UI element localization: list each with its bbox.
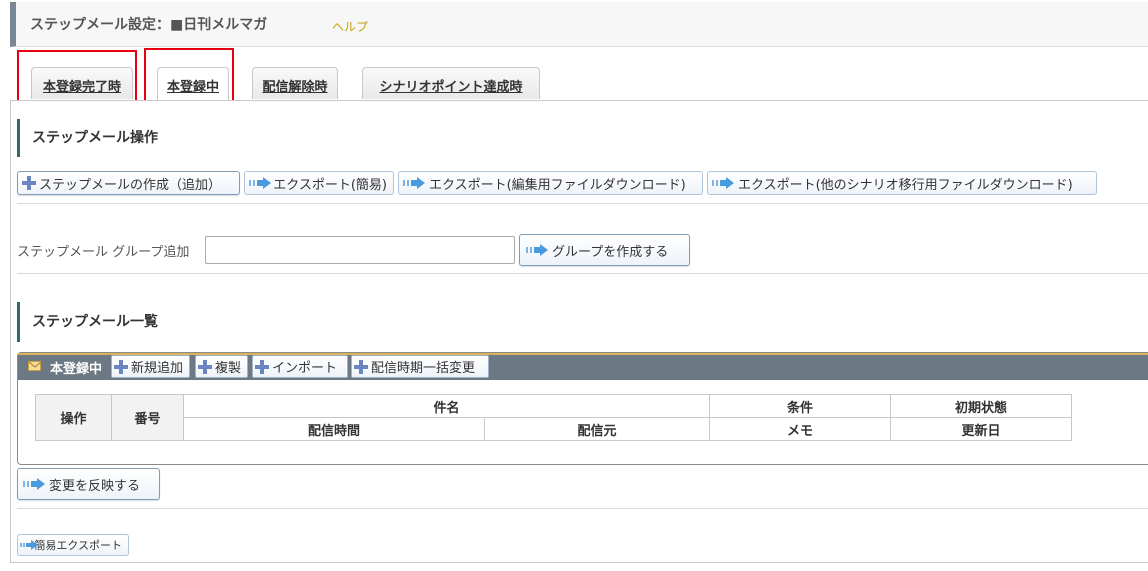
arrow-right-icon bbox=[249, 177, 271, 189]
apply-changes-button[interactable]: 変更を反映する bbox=[17, 468, 160, 500]
mail-icon bbox=[28, 361, 42, 371]
table-header: 件名 bbox=[183, 394, 710, 418]
tab-scenario-point[interactable]: シナリオポイント達成時 bbox=[362, 67, 540, 99]
plus-icon bbox=[354, 359, 368, 374]
plus-icon bbox=[22, 176, 36, 190]
plus-icon bbox=[255, 359, 269, 374]
table-header: 操作 bbox=[35, 394, 112, 441]
plus-icon bbox=[198, 359, 212, 374]
simple-export-button[interactable]: 簡易エクスポート bbox=[17, 534, 129, 556]
group-name-input[interactable] bbox=[205, 236, 515, 264]
export-edit-button[interactable]: エクスポート(編集用ファイルダウンロード) bbox=[398, 171, 703, 195]
create-stepmail-button[interactable]: ステップメールの作成（追加） bbox=[17, 171, 240, 195]
plus-icon bbox=[114, 359, 128, 374]
import-button[interactable]: インポート bbox=[252, 355, 348, 378]
arrow-right-icon bbox=[712, 177, 734, 189]
table-header: メモ bbox=[709, 417, 891, 441]
arrow-right-icon bbox=[20, 540, 38, 550]
export-migration-button[interactable]: エクスポート(他のシナリオ移行用ファイルダウンロード) bbox=[707, 171, 1097, 195]
create-group-button[interactable]: グループを作成する bbox=[519, 234, 690, 266]
arrow-right-icon bbox=[23, 478, 45, 490]
arrow-right-icon bbox=[526, 244, 548, 256]
tab-registering[interactable]: 本登録中 bbox=[157, 67, 229, 101]
divider bbox=[17, 508, 1148, 509]
table-header: 更新日 bbox=[890, 417, 1072, 441]
bulk-change-schedule-button[interactable]: 配信時期一括変更 bbox=[351, 355, 489, 378]
add-new-button[interactable]: 新規追加 bbox=[111, 355, 190, 378]
tab-unsubscribe[interactable]: 配信解除時 bbox=[252, 67, 338, 99]
page-title: ステップメール設定：■日刊メルマガ bbox=[30, 17, 268, 33]
divider bbox=[17, 273, 1148, 274]
stepmail-table: 操作 番号 件名 条件 初期状態 配信時間 配信元 メモ 更新日 bbox=[35, 394, 1072, 441]
group-add-label: ステップメール グループ追加 bbox=[17, 245, 190, 260]
arrow-right-icon bbox=[403, 177, 425, 189]
tab-registration-complete[interactable]: 本登録完了時 bbox=[31, 67, 133, 99]
export-simple-button[interactable]: エクスポート(簡易) bbox=[244, 171, 394, 195]
table-header: 配信時間 bbox=[183, 417, 485, 441]
tab-panel bbox=[10, 100, 1148, 563]
section-title-operations: ステップメール操作 bbox=[17, 119, 158, 157]
duplicate-button[interactable]: 複製 bbox=[195, 355, 248, 378]
table-header: 条件 bbox=[709, 394, 891, 418]
divider bbox=[17, 203, 1148, 204]
table-header: 初期状態 bbox=[890, 394, 1072, 418]
table-header: 配信元 bbox=[484, 417, 710, 441]
list-bar-label: 本登録中 bbox=[50, 362, 103, 377]
help-link[interactable]: ヘルプ bbox=[332, 18, 368, 35]
table-header: 番号 bbox=[111, 394, 184, 441]
section-title-list: ステップメール一覧 bbox=[17, 302, 158, 342]
